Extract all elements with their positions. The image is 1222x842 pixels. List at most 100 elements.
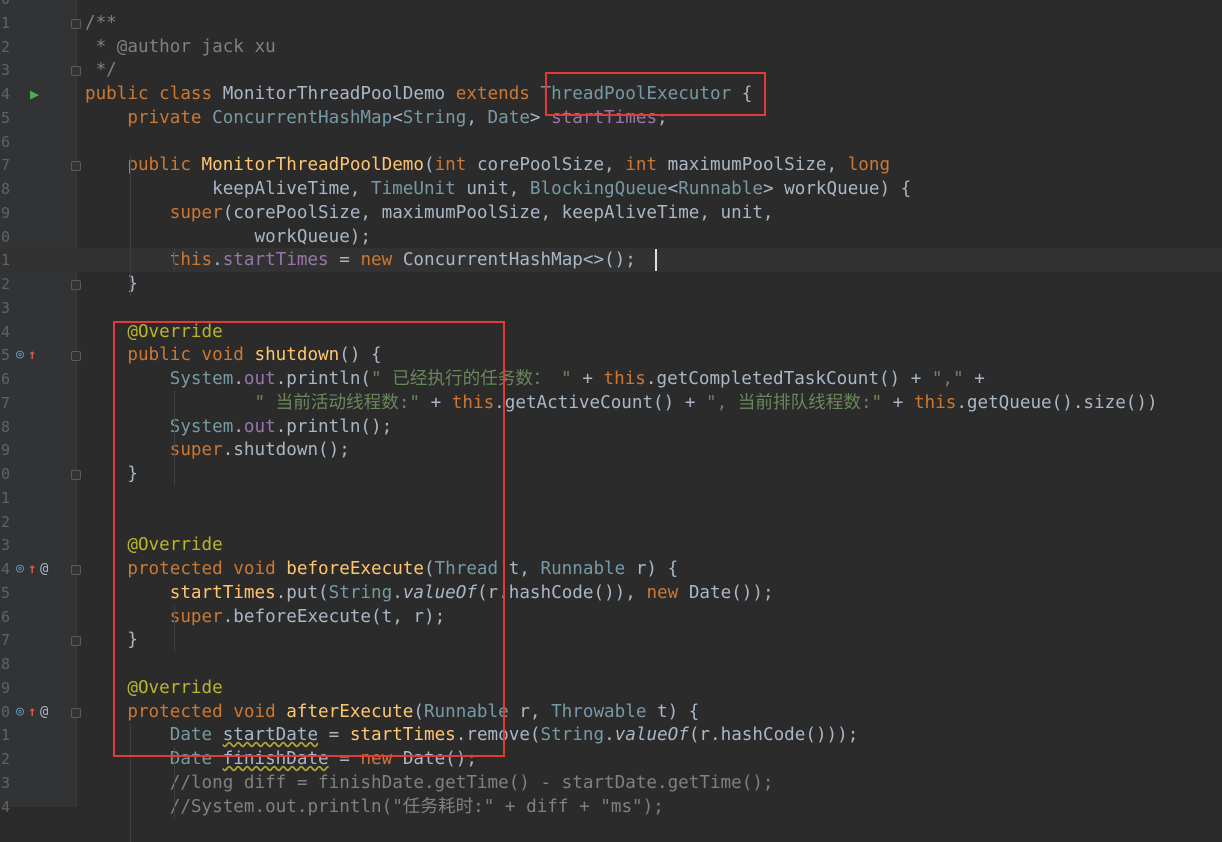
code-line[interactable]: 6 xyxy=(0,130,1222,154)
code-token: Runnable xyxy=(678,179,763,199)
code-token: .getActiveCount() + xyxy=(494,393,706,413)
code-line[interactable]: 3 @Override xyxy=(0,533,1222,557)
fold-marker[interactable] xyxy=(71,280,81,290)
line-number: 1 xyxy=(0,486,10,510)
code-token: new xyxy=(646,583,688,603)
code-line[interactable]: 0 workQueue); xyxy=(0,225,1222,249)
code-line[interactable]: 0 } xyxy=(0,462,1222,486)
code-line[interactable]: 9 @Override xyxy=(0,676,1222,700)
code-token: extends xyxy=(456,84,541,104)
code-token: out xyxy=(244,417,276,437)
code-line[interactable]: 6 System.out.println(" 已经执行的任务数： " + thi… xyxy=(0,367,1222,391)
override-icon[interactable]: ◎ xyxy=(16,343,24,367)
code-token: r) { xyxy=(625,559,678,579)
code-line[interactable]: 4◎↑@ protected void beforeExecute(Thread… xyxy=(0,557,1222,581)
code-token: super xyxy=(170,203,223,223)
code-line[interactable]: 2 Date finishDate = new Date(); xyxy=(0,747,1222,771)
code-text: super.beforeExecute(t, r); xyxy=(85,605,445,629)
code-line[interactable]: 8 xyxy=(0,652,1222,676)
code-token: . xyxy=(233,369,244,389)
code-token: @Override xyxy=(127,535,222,555)
fold-marker[interactable] xyxy=(71,708,81,718)
code-token: startTimes xyxy=(170,583,276,603)
fold-marker[interactable] xyxy=(71,66,81,76)
code-token: @Override xyxy=(127,322,222,342)
code-text: protected void afterExecute(Runnable r, … xyxy=(85,700,699,724)
code-line[interactable]: 2 } xyxy=(0,272,1222,296)
code-line[interactable]: 3 //long diff = finishDate.getTime() - s… xyxy=(0,771,1222,795)
code-line[interactable]: 0 xyxy=(0,0,1222,11)
code-token: public void xyxy=(127,345,254,365)
override-icon[interactable]: ◎ xyxy=(16,557,24,581)
code-token: " 当前活动线程数:" xyxy=(254,393,420,413)
fold-marker[interactable] xyxy=(71,565,81,575)
code-line[interactable]: 5 startTimes.put(String.valueOf(r.hashCo… xyxy=(0,581,1222,605)
code-line[interactable]: 2 * @author jack xu xyxy=(0,35,1222,59)
code-line[interactable]: 8 keepAliveTime, TimeUnit unit, Blocking… xyxy=(0,177,1222,201)
code-line[interactable]: 2 xyxy=(0,510,1222,534)
code-line[interactable]: 5 private ConcurrentHashMap<String, Date… xyxy=(0,106,1222,130)
code-token: maximumPoolSize, xyxy=(668,155,848,175)
code-token xyxy=(85,725,170,745)
fold-marker[interactable] xyxy=(71,351,81,361)
fold-marker[interactable] xyxy=(71,470,81,480)
code-token: startTimes xyxy=(551,108,657,128)
code-token: Runnable xyxy=(424,702,509,722)
code-editor[interactable]: 01/**2 * @author jack xu3 */4▶public cla… xyxy=(0,0,1222,807)
code-line[interactable]: 0◎↑@ protected void afterExecute(Runnabl… xyxy=(0,700,1222,724)
fold-marker[interactable] xyxy=(71,161,81,171)
line-number: 8 xyxy=(0,415,10,439)
implements-arrow-icon[interactable]: ↑ xyxy=(28,343,36,367)
line-number: 2 xyxy=(0,35,10,59)
implements-arrow-icon[interactable]: ↑ xyxy=(28,700,36,724)
code-line[interactable]: 3 xyxy=(0,296,1222,320)
line-number: 1 xyxy=(0,11,10,35)
code-line[interactable]: 7 " 当前活动线程数:" + this.getActiveCount() + … xyxy=(0,391,1222,415)
code-token xyxy=(85,749,170,769)
fold-marker[interactable] xyxy=(71,19,81,29)
code-line[interactable]: 1 Date startDate = startTimes.remove(Str… xyxy=(0,723,1222,747)
annotation-icon[interactable]: @ xyxy=(40,700,48,724)
code-token: //long diff = finishDate.getTime() - sta… xyxy=(170,773,774,793)
code-token: (r.hashCode())); xyxy=(689,725,858,745)
code-token: ( xyxy=(424,559,435,579)
override-icon[interactable]: ◎ xyxy=(16,700,24,724)
code-line[interactable]: 9 super.shutdown(); xyxy=(0,438,1222,462)
annotation-icon[interactable]: @ xyxy=(40,557,48,581)
code-line[interactable]: 1 xyxy=(0,486,1222,510)
implements-arrow-icon[interactable]: ↑ xyxy=(28,557,36,581)
code-line[interactable]: 4 @Override xyxy=(0,320,1222,344)
code-line[interactable]: 4▶public class MonitorThreadPoolDemo ext… xyxy=(0,82,1222,106)
line-number: 9 xyxy=(0,438,10,462)
line-number: 6 xyxy=(0,130,10,154)
run-icon[interactable]: ▶ xyxy=(30,82,39,106)
code-text: this.startTimes = new ConcurrentHashMap<… xyxy=(85,248,636,272)
fold-marker[interactable] xyxy=(71,636,81,646)
code-line[interactable]: 3 */ xyxy=(0,58,1222,82)
code-token: int xyxy=(435,155,477,175)
line-number: 5 xyxy=(0,581,10,605)
code-token: .println( xyxy=(276,369,371,389)
code-line[interactable]: 6 super.beforeExecute(t, r); xyxy=(0,605,1222,629)
code-text: super(corePoolSize, maximumPoolSize, kee… xyxy=(85,201,774,225)
code-token: + xyxy=(572,369,604,389)
code-token: .println(); xyxy=(276,417,393,437)
code-line[interactable]: 1 this.startTimes = new ConcurrentHashMa… xyxy=(0,248,1222,272)
code-token xyxy=(85,440,170,460)
line-number: 4 xyxy=(0,557,10,581)
code-line[interactable]: 7 public MonitorThreadPoolDemo(int coreP… xyxy=(0,153,1222,177)
code-token: private xyxy=(127,108,212,128)
line-number: 4 xyxy=(0,320,10,344)
code-text: } xyxy=(85,628,138,652)
line-number: 9 xyxy=(0,201,10,225)
code-token: Date xyxy=(170,725,223,745)
code-text: @Override xyxy=(85,533,223,557)
code-line[interactable]: 5◎↑ public void shutdown() { xyxy=(0,343,1222,367)
code-token: finishDate xyxy=(223,749,329,769)
code-line[interactable]: 1/** xyxy=(0,11,1222,35)
code-text: @Override xyxy=(85,320,223,344)
code-line[interactable]: 8 System.out.println(); xyxy=(0,415,1222,439)
indent-guide xyxy=(174,747,175,818)
code-line[interactable]: 7 } xyxy=(0,628,1222,652)
code-line[interactable]: 9 super(corePoolSize, maximumPoolSize, k… xyxy=(0,201,1222,225)
